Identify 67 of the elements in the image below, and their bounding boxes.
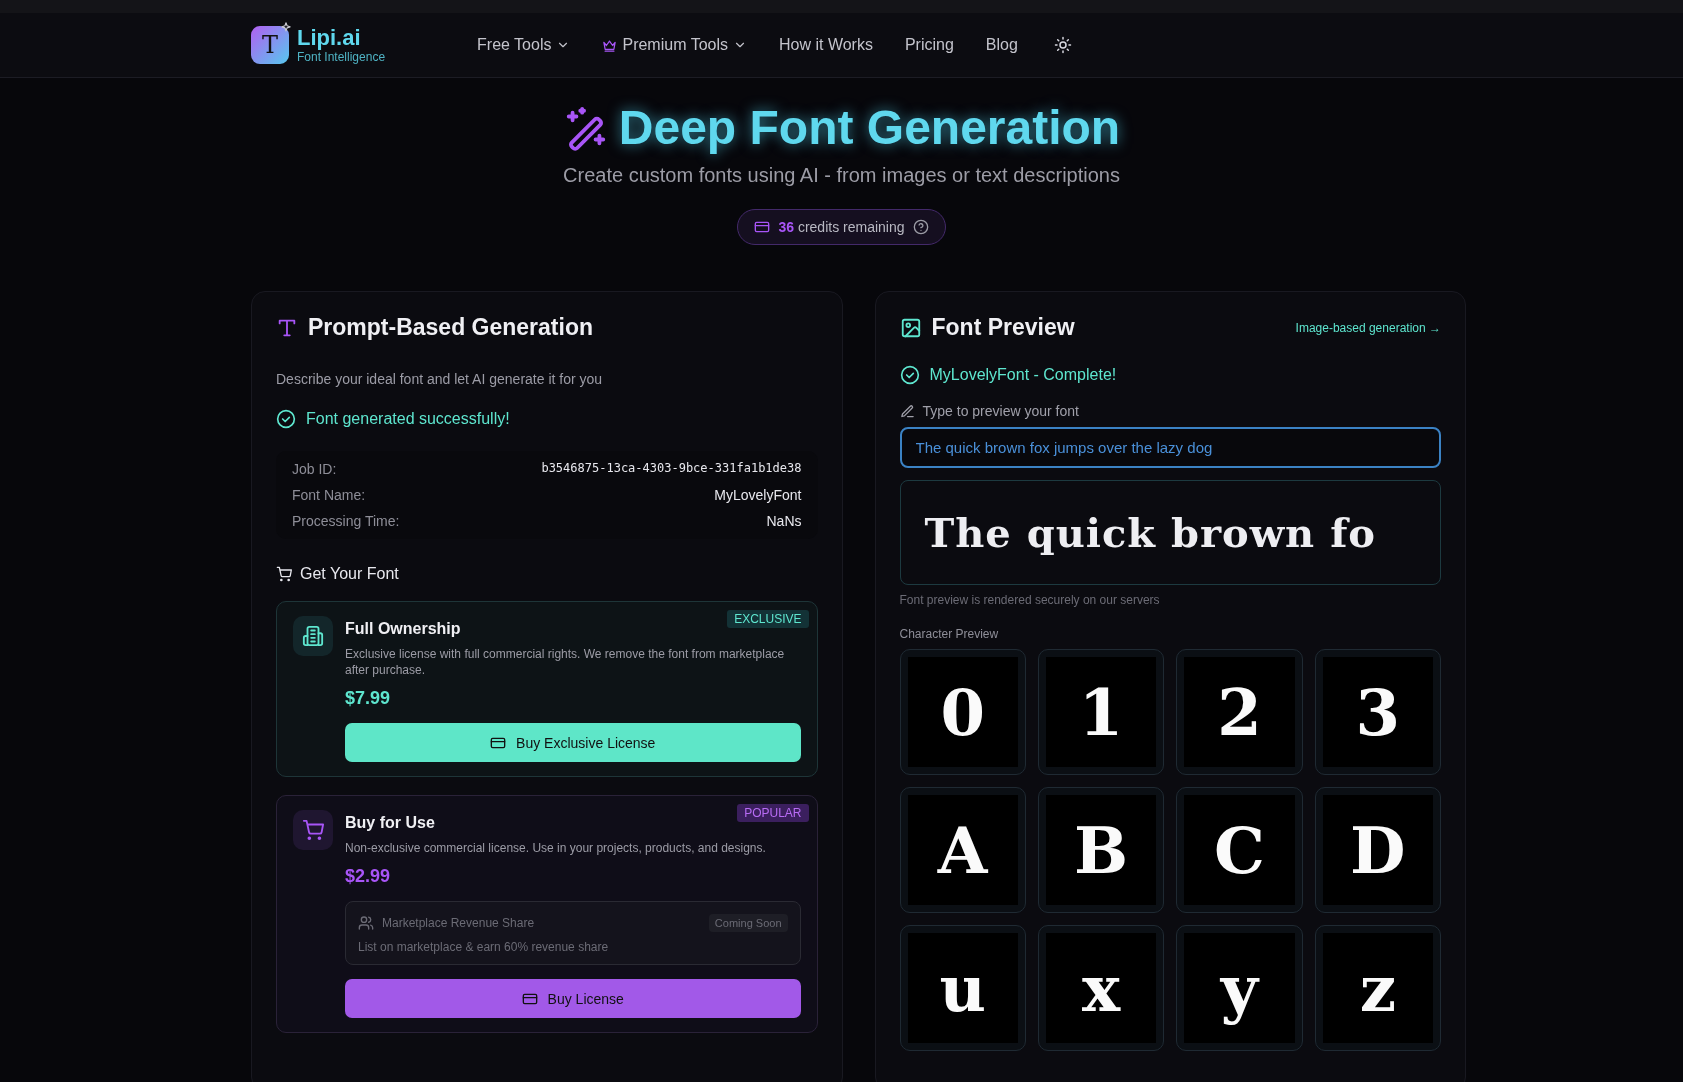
buy-button[interactable]: Buy License [345, 979, 801, 1018]
page-subtitle: Create custom fonts using AI - from images or text descriptions [563, 164, 1120, 187]
license-title: Full Ownership [345, 620, 462, 638]
license-price: $7.99 [345, 688, 392, 709]
completion-message: MyLovelyFont - Complete! [929, 366, 1117, 384]
character-glyph: B [1045, 795, 1157, 905]
help-icon [912, 219, 929, 235]
character-glyph: z [1322, 933, 1433, 1043]
page-title: Deep Font Generation [618, 100, 1121, 156]
success-message: Font generated successfully! [306, 410, 510, 428]
license-badge: POPULAR [737, 804, 809, 822]
character-glyph: x [1045, 933, 1157, 1043]
preview-sample-text: The quick brown fo [924, 509, 1376, 556]
nav-link[interactable]: Blog [985, 36, 1018, 54]
check-circle-icon [276, 409, 296, 429]
license-description: Non-exclusive commercial license. Use in your projects, products, and designs. [345, 840, 767, 856]
cart-icon [302, 819, 324, 841]
nav-link[interactable]: Free Tools [477, 36, 571, 54]
users-icon [358, 915, 374, 931]
addon-title: Marketplace Revenue Share [382, 916, 535, 930]
section-heading: Get Your Font [300, 565, 399, 583]
detail-value: MyLovelyFont [714, 487, 802, 503]
license-badge: EXCLUSIVE [727, 610, 809, 628]
image-icon [899, 316, 922, 339]
pencil-icon [899, 403, 915, 419]
nav-link[interactable]: How it Works [779, 36, 873, 54]
detail-label: Job ID: [292, 461, 337, 477]
cart-icon [276, 566, 292, 582]
field-label: Type to preview your font [922, 403, 1079, 419]
credits-text: 36 credits remaining [778, 219, 905, 235]
character-glyph: 3 [1322, 657, 1433, 767]
detail-label: Processing Time: [292, 513, 400, 529]
detail-label: Font Name: [292, 487, 366, 503]
character-glyph: u [907, 933, 1018, 1043]
character-glyph: 0 [907, 657, 1018, 767]
building-icon [302, 625, 324, 647]
logo-name[interactable]: Lipi.ai [297, 26, 386, 50]
section-label: Character Preview [899, 627, 1000, 641]
coming-soon-badge: Coming Soon [708, 914, 788, 932]
logo-mark[interactable]: T [251, 26, 289, 64]
preview-text-field[interactable]: The quick brown fox jumps over the lazy dog [899, 427, 1441, 468]
license-price: $2.99 [345, 866, 392, 887]
sun-icon [1053, 36, 1072, 54]
panel-title: Prompt-Based Generation [308, 314, 593, 341]
detail-value: NaNs [766, 513, 802, 529]
credit-card-icon [754, 219, 771, 235]
panel-description: Describe your ideal font and let AI generate it for you [276, 371, 604, 387]
logo-tagline: Font Intelligence [297, 50, 386, 64]
check-circle-icon [899, 365, 920, 385]
character-glyph: A [907, 795, 1018, 905]
license-title: Buy for Use [345, 814, 436, 832]
character-glyph: 1 [1045, 657, 1157, 767]
preview-note: Font preview is rendered securely on our servers [899, 593, 1161, 607]
nav-link[interactable]: Pricing [904, 36, 954, 54]
license-description: Exclusive license with full commercial rights. We remove the font from marketplace after purchase. [345, 646, 786, 678]
theme-toggle-button[interactable] [1053, 36, 1072, 54]
panel-title: Font Preview [931, 314, 1075, 341]
character-glyph: 2 [1184, 657, 1295, 767]
character-glyph: D [1322, 795, 1433, 905]
image-generation-link[interactable]: Image-based generation → [1295, 320, 1441, 335]
character-glyph: y [1184, 933, 1295, 1043]
nav-link[interactable]: Premium Tools [602, 36, 747, 54]
crown-icon [602, 37, 618, 53]
buy-button[interactable]: Buy Exclusive License [345, 723, 801, 762]
detail-value: b3546875-13ca-4303-9bce-331fa1b1de38 [541, 461, 802, 477]
addon-description: List on marketplace & earn 60% revenue share [358, 940, 610, 954]
character-glyph: C [1184, 795, 1295, 905]
